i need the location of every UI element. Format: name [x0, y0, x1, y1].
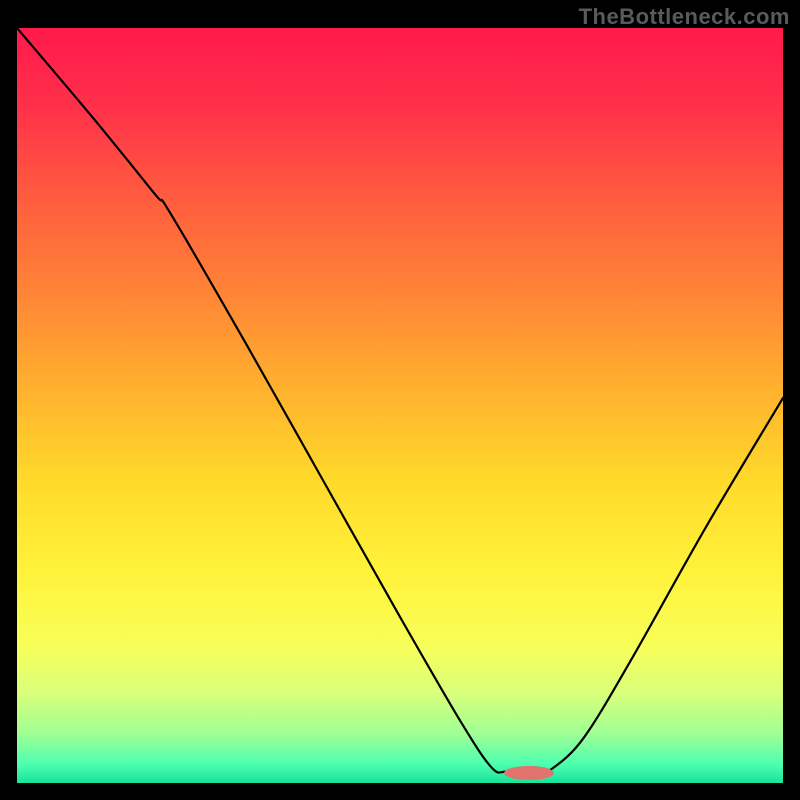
- chart-frame: TheBottleneck.com: [0, 0, 800, 800]
- optimum-marker: [504, 766, 554, 780]
- plot-area: [17, 28, 783, 783]
- watermark-text: TheBottleneck.com: [579, 4, 790, 30]
- gradient-background: [17, 28, 783, 783]
- plot-svg: [17, 28, 783, 783]
